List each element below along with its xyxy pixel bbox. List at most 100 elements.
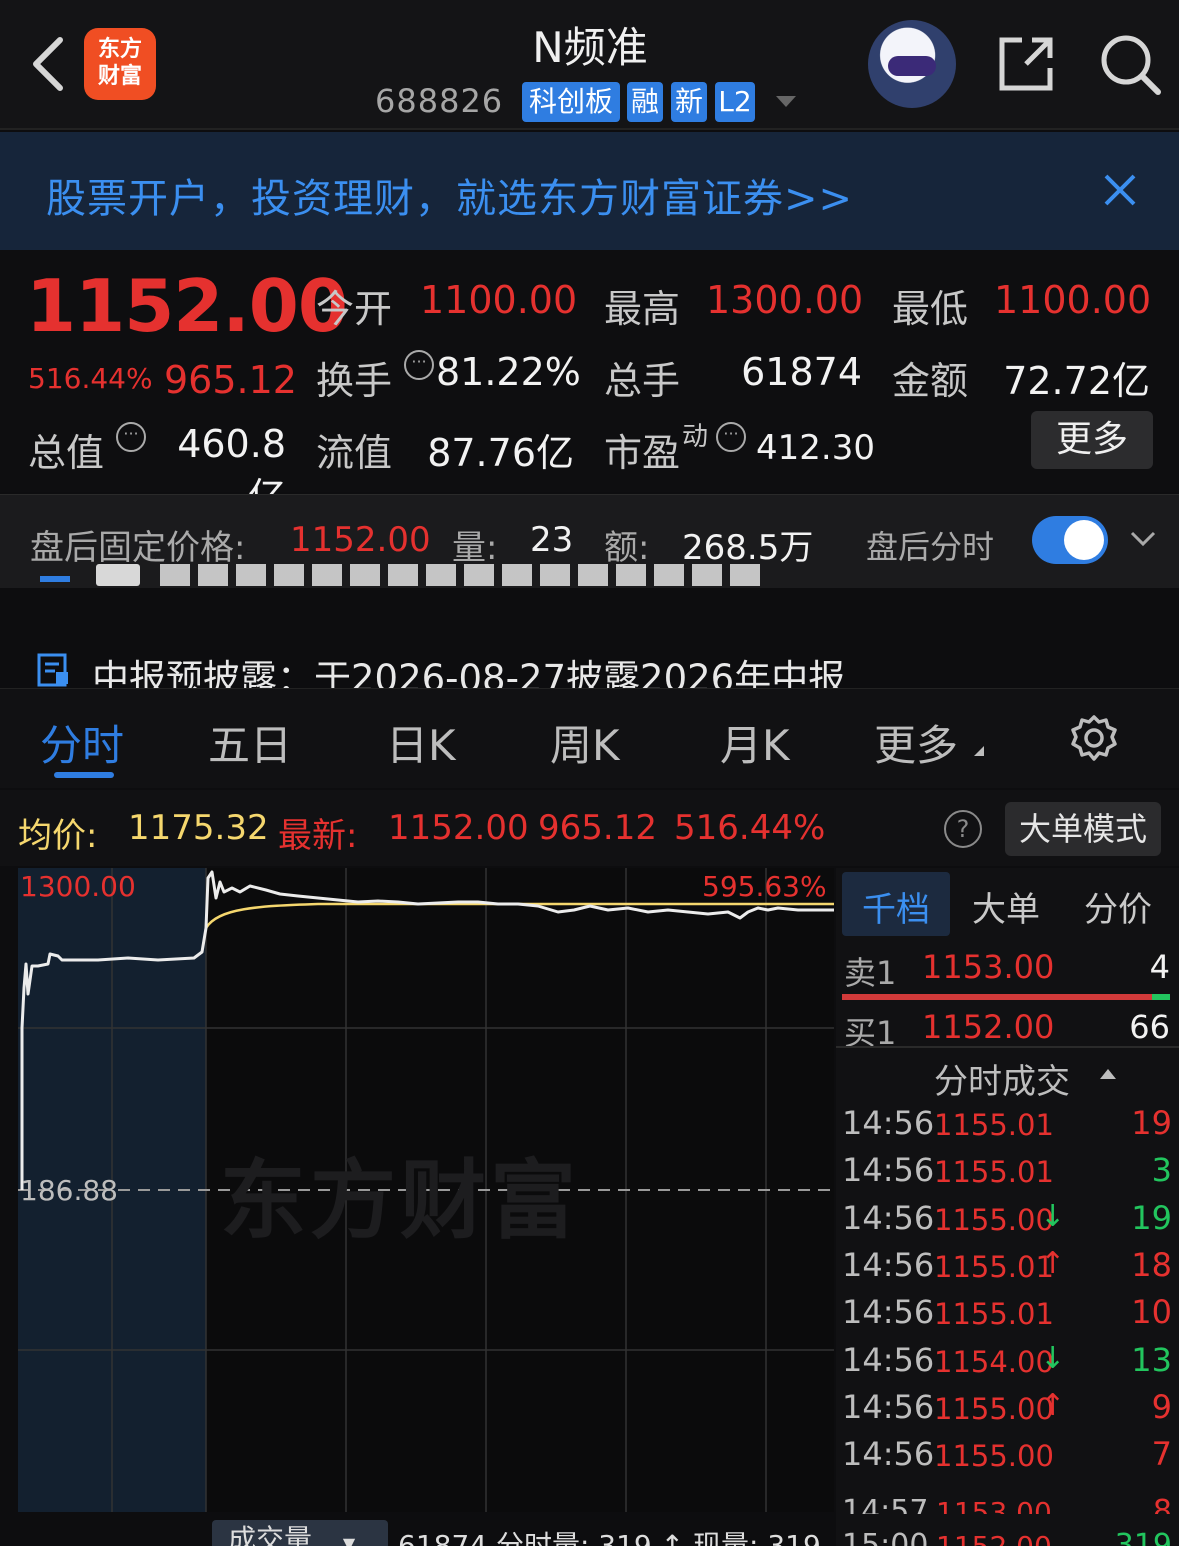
trade-volume: 18: [1131, 1245, 1172, 1284]
tab-weekly-k[interactable]: 周K: [550, 712, 620, 773]
trade-time: 14:56: [842, 1151, 935, 1190]
trade-price: 1155.01: [934, 1108, 1054, 1142]
info-icon[interactable]: ···: [716, 422, 746, 452]
trade-time: 14:56: [842, 1293, 935, 1332]
ask-bid-ratio-bar-green: [1152, 994, 1170, 1000]
indicator-select-label: 成交量: [228, 1523, 313, 1546]
latest-label: 最新:: [278, 816, 358, 856]
trade-price: 1155.01: [934, 1155, 1054, 1190]
trade-row: 14:56 1155.00 7: [842, 1435, 1172, 1481]
tab-more[interactable]: 更多: [874, 712, 958, 773]
back-arrow-icon[interactable]: [28, 34, 68, 94]
value-float-cap: 87.76亿: [427, 431, 574, 475]
tab-more-corner-icon: [974, 746, 984, 756]
avg-price-value: 1175.32: [128, 808, 269, 848]
tab-big-orders[interactable]: 大单: [972, 882, 1040, 931]
value-low: 1100.00: [994, 278, 1152, 322]
trade-row: 14:56 1154.00 ↓ 13: [842, 1341, 1172, 1387]
trade-row: 14:56 1155.01 3: [842, 1151, 1172, 1197]
trade-row-cut-2: 15:00 1152.00 319: [842, 1528, 1172, 1546]
trade-time: 14:56: [842, 1104, 935, 1142]
label-market-cap: 总值: [28, 431, 105, 475]
trade-direction-icon: ↓: [1040, 1198, 1066, 1234]
notice-prev-row-cut: [40, 564, 1040, 592]
after-hours-price: 1152.00: [290, 520, 431, 560]
trade-price: 1155.00: [934, 1202, 1054, 1237]
value-open: 1100.00: [420, 278, 578, 322]
indicator-select[interactable]: 成交量 ▼: [212, 1520, 388, 1546]
label-turnover: 换手: [316, 359, 393, 403]
toggle-knob: [1064, 520, 1104, 560]
latest-change: 965.12: [538, 808, 657, 848]
latest-pct: 516.44%: [674, 808, 826, 848]
tab-price-volume[interactable]: 分价: [1084, 882, 1152, 931]
info-icon[interactable]: ···: [404, 350, 434, 380]
stock-code: 688826: [375, 82, 504, 120]
tab-five-day[interactable]: 五日: [208, 712, 292, 773]
trade-price: 1155.00: [934, 1439, 1054, 1474]
chart-high-label: 1300.00: [20, 870, 136, 903]
latest-price: 1152.00: [388, 808, 529, 848]
trade-row: 14:56 1155.00 ↓ 19: [842, 1199, 1172, 1245]
trade-direction-icon: ↓: [1040, 1340, 1066, 1376]
value-turnover: 81.22%: [436, 350, 581, 394]
active-tab-indicator: [54, 772, 114, 778]
gear-icon[interactable]: [1070, 714, 1118, 762]
after-hours-vol: 23: [530, 520, 574, 560]
ask1-volume: 4: [1149, 948, 1170, 986]
tag-star-market: 科创板: [522, 82, 620, 122]
label-open: 今开: [316, 287, 393, 331]
tab-monthly-k[interactable]: 月K: [720, 712, 790, 773]
more-button[interactable]: 更多: [1031, 411, 1153, 469]
tag-margin: 融: [627, 82, 663, 122]
info-icon[interactable]: ···: [116, 422, 146, 452]
big-order-mode-button[interactable]: 大单模式: [1005, 802, 1161, 856]
trade-volume: 19: [1131, 1104, 1172, 1142]
label-volume: 总手: [604, 359, 681, 403]
trade-time: 14:56: [842, 1198, 935, 1237]
tab-intraday[interactable]: 分时: [40, 712, 124, 773]
report-icon: [37, 653, 68, 687]
chevron-down-icon[interactable]: [1130, 530, 1156, 548]
label-pe: 市盈: [604, 431, 681, 475]
bid1-volume: 66: [1129, 1008, 1170, 1046]
trade-volume: 10: [1131, 1293, 1172, 1332]
bid1-price: 1152.00: [922, 1008, 1055, 1046]
search-icon[interactable]: [1098, 32, 1162, 96]
trade-price: 1154.00: [934, 1344, 1054, 1379]
trade-row: 14:56 1155.01 10: [842, 1293, 1172, 1339]
ask-bid-ratio-bar-red: [842, 994, 1152, 1000]
trade-time: 14:56: [842, 1387, 935, 1426]
value-amount: 72.72亿: [1003, 359, 1150, 403]
value-volume: 61874: [741, 350, 862, 394]
promo-banner-text[interactable]: 股票开户，投资理财，就选东方财富证券>>: [46, 166, 853, 224]
trade-volume: 19: [1131, 1198, 1172, 1237]
tab-order-book[interactable]: 千档: [862, 882, 930, 931]
trade-volume: 13: [1131, 1340, 1172, 1379]
stock-name: N频准: [532, 23, 648, 72]
after-hours-amt-label: 额:: [604, 528, 650, 568]
help-icon[interactable]: ?: [944, 810, 982, 848]
trade-price: 1155.01: [934, 1297, 1054, 1332]
close-icon[interactable]: [1100, 170, 1140, 210]
tab-daily-k[interactable]: 日K: [386, 712, 456, 773]
trade-price: 1155.00: [934, 1391, 1054, 1426]
after-hours-label: 盘后固定价格:: [30, 528, 246, 568]
trade-time: 14:56: [842, 1245, 935, 1284]
after-hours-amt: 268.5万: [682, 528, 814, 568]
trade-direction-icon: ↑: [1040, 1387, 1066, 1423]
collapse-caret-icon[interactable]: [1100, 1069, 1116, 1079]
ask1-price: 1153.00: [922, 948, 1055, 986]
stock-switch-caret-icon[interactable]: [776, 96, 796, 107]
trade-direction-icon: ↑: [1040, 1245, 1066, 1281]
logo-text: 东方财富: [98, 37, 143, 89]
trade-row: 14:56 1155.01 ↑ 18: [842, 1246, 1172, 1292]
after-hours-vol-label: 量:: [452, 528, 498, 568]
trade-volume: 9: [1151, 1387, 1172, 1426]
tag-l2: L2: [715, 82, 755, 122]
trade-row: 14:56 1155.01 19: [842, 1104, 1172, 1150]
volume-text: 61874 分时量: 319 ↑ 现量: 319: [398, 1529, 821, 1546]
share-icon[interactable]: [996, 34, 1056, 94]
time-sales-title[interactable]: 分时成交: [934, 1054, 1070, 1103]
change-amount: 965.12: [164, 358, 297, 402]
